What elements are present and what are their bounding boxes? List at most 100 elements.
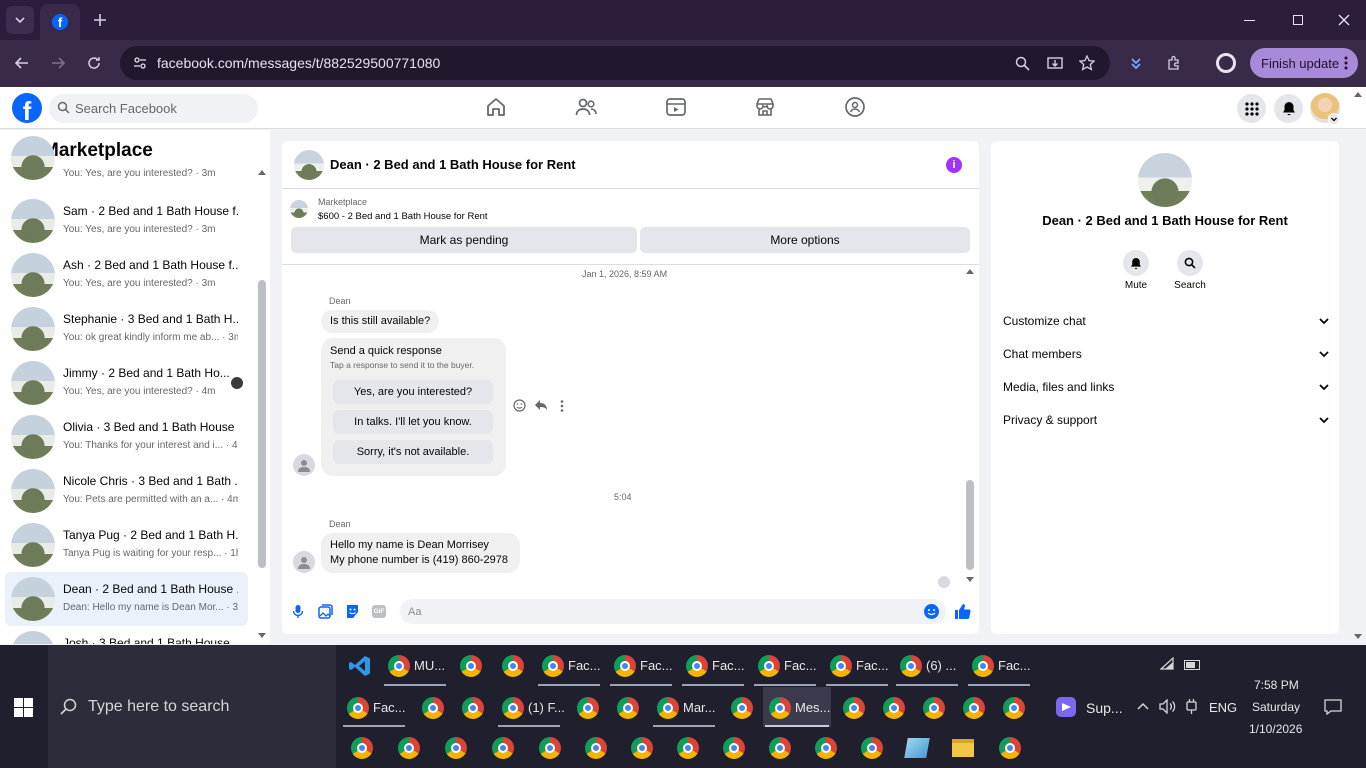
chrome-icon[interactable]	[861, 737, 883, 759]
friends-icon[interactable]	[575, 96, 597, 118]
chrome-icon[interactable]	[923, 697, 945, 719]
quick-response-option[interactable]: Yes, are you interested?	[333, 380, 493, 404]
chrome-icon[interactable]	[657, 697, 679, 719]
chrome-icon[interactable]	[731, 697, 753, 719]
chrome-icon[interactable]	[462, 697, 484, 719]
finish-update-button[interactable]: Finish update	[1250, 48, 1358, 78]
chrome-icon[interactable]	[492, 737, 514, 759]
chat-members-section[interactable]: Chat members	[1003, 339, 1329, 369]
scroll-up-arrow-icon[interactable]	[258, 170, 266, 175]
volume-icon[interactable]	[1159, 699, 1176, 714]
chrome-icon[interactable]	[617, 697, 639, 719]
taskbar-search-box[interactable]: Type here to search	[48, 645, 336, 768]
chat-list-item[interactable]: Olivia · 3 Bed and 1 Bath House ... You:…	[5, 410, 248, 464]
mark-as-pending-button[interactable]: Mark as pending	[291, 227, 637, 253]
chrome-icon[interactable]	[769, 697, 791, 719]
taskbar-item-label[interactable]: Fac...	[856, 658, 889, 673]
chrome-icon[interactable]	[422, 697, 444, 719]
reload-icon[interactable]	[80, 49, 108, 77]
chat-list-item[interactable]: You: Yes, are you interested? · 3m	[5, 136, 248, 200]
chrome-icon[interactable]	[539, 737, 561, 759]
chat-list-item[interactable]: Sam · 2 Bed and 1 Bath House f... You: Y…	[5, 194, 248, 248]
profile-ring-icon[interactable]	[1216, 53, 1236, 73]
chrome-icon[interactable]	[502, 655, 524, 677]
taskbar-item-label[interactable]: Mar...	[683, 700, 716, 715]
chat-list-item-active[interactable]: Dean · 2 Bed and 1 Bath House ... Dean: …	[5, 572, 248, 626]
chrome-icon[interactable]	[398, 737, 420, 759]
quick-response-option[interactable]: Sorry, it's not available.	[333, 440, 493, 464]
chrome-icon[interactable]	[577, 697, 599, 719]
chrome-icon[interactable]	[460, 655, 482, 677]
chrome-icon[interactable]	[900, 655, 922, 677]
chrome-icon[interactable]	[815, 737, 837, 759]
taskbar-item-label[interactable]: Fac...	[784, 658, 817, 673]
more-actions-icon[interactable]	[560, 400, 564, 412]
active-tab[interactable]: f	[40, 4, 80, 40]
message-input[interactable]: Aa	[400, 599, 946, 624]
notifications-bell-icon[interactable]	[1274, 94, 1303, 123]
tab-list-chevron-icon[interactable]	[6, 6, 34, 34]
chrome-icon[interactable]	[1003, 697, 1025, 719]
taskbar-item-label[interactable]: (1) F...	[528, 700, 565, 715]
chrome-icon[interactable]	[843, 697, 865, 719]
more-options-button[interactable]: More options	[640, 227, 970, 253]
clock-time[interactable]: 7:58 PM	[1254, 678, 1299, 692]
chrome-icon[interactable]	[351, 737, 373, 759]
conversation-scrollbar[interactable]	[966, 480, 974, 570]
conversation-title[interactable]: Dean · 2 Bed and 1 Bath House for Rent	[330, 157, 576, 172]
thumbs-up-icon[interactable]	[954, 603, 971, 620]
notification-center-icon[interactable]	[1324, 699, 1342, 715]
sticker-icon[interactable]	[345, 604, 360, 619]
media-files-links-section[interactable]: Media, files and links	[1003, 372, 1329, 402]
forward-arrow-icon[interactable]	[44, 49, 72, 77]
notepad-icon[interactable]	[904, 738, 930, 758]
chat-list-scrollbar[interactable]	[258, 280, 266, 568]
chrome-icon[interactable]	[999, 737, 1021, 759]
chat-list-item[interactable]: Josh · 3 Bed and 1 Bath House...	[5, 626, 248, 644]
chat-list-item[interactable]: Stephanie · 3 Bed and 1 Bath H... You: o…	[5, 302, 248, 356]
emoji-icon[interactable]	[924, 604, 939, 619]
download-icon[interactable]	[1122, 49, 1150, 77]
page-scroll-up-icon[interactable]	[1354, 92, 1362, 97]
chrome-icon[interactable]	[585, 737, 607, 759]
photo-attach-icon[interactable]	[318, 604, 333, 619]
chat-list-item[interactable]: Jimmy · 2 Bed and 1 Bath Ho... You: Yes,…	[5, 356, 248, 410]
chrome-icon[interactable]	[972, 655, 994, 677]
chrome-icon[interactable]	[723, 737, 745, 759]
chrome-icon[interactable]	[963, 697, 985, 719]
groups-icon[interactable]	[844, 96, 866, 118]
info-icon[interactable]: i	[946, 157, 962, 173]
taskbar-item-label[interactable]: MU...	[414, 658, 445, 673]
marketplace-icon[interactable]	[754, 96, 776, 118]
chrome-icon[interactable]	[631, 737, 653, 759]
chrome-icon[interactable]	[542, 655, 564, 677]
chrome-icon[interactable]	[686, 655, 708, 677]
gif-icon[interactable]: GIF	[372, 605, 386, 618]
clock-day[interactable]: Saturday	[1252, 700, 1300, 714]
facebook-search-input[interactable]: Search Facebook	[49, 94, 258, 123]
chrome-icon[interactable]	[769, 737, 791, 759]
message-bubble[interactable]: Is this still available?	[321, 310, 440, 333]
customize-chat-section[interactable]: Customize chat	[1003, 306, 1329, 336]
voice-clip-icon[interactable]	[292, 604, 304, 619]
quick-response-option[interactable]: In talks. I'll let you know.	[333, 410, 493, 434]
address-bar[interactable]: facebook.com/messages/t/882529500771080	[120, 46, 1110, 80]
site-info-icon[interactable]	[133, 56, 147, 70]
back-arrow-icon[interactable]	[8, 49, 36, 77]
zoom-magnifier-icon[interactable]	[1008, 49, 1036, 77]
listing-profile-image[interactable]	[1138, 153, 1192, 207]
chrome-icon[interactable]	[614, 655, 636, 677]
chrome-icon[interactable]	[502, 697, 524, 719]
video-icon[interactable]	[665, 96, 687, 118]
restore-button[interactable]	[1284, 10, 1312, 30]
taskbar-item-label[interactable]: Fac...	[712, 658, 745, 673]
wifi-icon[interactable]	[1160, 657, 1176, 671]
taskbar-item-label[interactable]: Fac...	[998, 658, 1031, 673]
clock-date[interactable]: 1/10/2026	[1249, 722, 1302, 736]
chrome-icon[interactable]	[445, 737, 467, 759]
windows-start-icon[interactable]	[14, 698, 33, 717]
listing-thumbnail[interactable]	[290, 200, 308, 218]
message-bubble[interactable]: Hello my name is Dean Morrisey My phone …	[321, 533, 520, 573]
menu-grid-icon[interactable]	[1237, 94, 1266, 123]
chrome-icon[interactable]	[758, 655, 780, 677]
